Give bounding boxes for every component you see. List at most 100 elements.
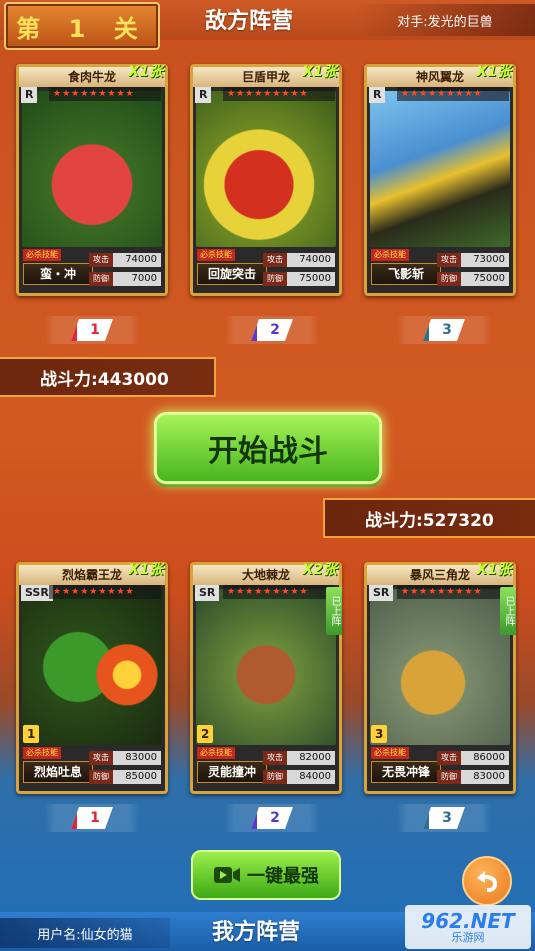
skill-tag: 必杀技能: [197, 249, 235, 261]
defense-label: 防御: [263, 271, 287, 286]
skill-tag: 必杀技能: [23, 747, 61, 759]
slot-number: 2: [251, 807, 293, 829]
enemy-power: 战斗力:443000: [0, 357, 216, 397]
slot-number: 3: [423, 319, 465, 341]
deployed-tag: 已上阵: [500, 587, 516, 635]
attack-value: 73000: [461, 252, 509, 267]
skill-tag: 必杀技能: [371, 747, 409, 759]
ally-slot-2[interactable]: 2: [225, 804, 319, 832]
rarity-badge: R: [195, 87, 212, 103]
dinosaur-artwork: [196, 91, 336, 247]
card-stats: 攻击 73000 防御 75000: [437, 249, 509, 287]
card-stats: 攻击 74000 防御 75000: [263, 249, 335, 287]
watermark-sub: 乐游网: [451, 931, 485, 944]
card-level: 3: [371, 725, 388, 743]
dinosaur-artwork: [196, 589, 336, 745]
card-stats: 攻击 86000 防御 83000: [437, 747, 509, 785]
attack-value: 86000: [461, 750, 509, 765]
card-count: X1张: [128, 64, 163, 80]
ally-camp-title: 我方阵营: [212, 920, 301, 945]
slot-number: 2: [251, 319, 293, 341]
star-rating: ★★★★★★★★★: [49, 87, 161, 101]
card-count: X1张: [476, 64, 511, 80]
dinosaur-artwork: [22, 91, 162, 247]
defense-value: 7000: [113, 271, 161, 286]
slot-number: 1: [71, 807, 113, 829]
skill-tag: 必杀技能: [197, 747, 235, 759]
attack-label: 攻击: [89, 750, 113, 765]
enemy-camp-title: 敌方阵营: [205, 9, 294, 34]
ally-card-2[interactable]: 大地棘龙 X2张 SR ★★★★★★★★★ 已上阵 2 必杀技能 灵能撞冲 攻击…: [190, 562, 342, 794]
return-arrow-icon: [477, 871, 497, 892]
attack-value: 83000: [113, 750, 161, 765]
star-rating: ★★★★★★★★★: [49, 585, 161, 599]
enemy-card-1[interactable]: 食肉牛龙 X1张 R ★★★★★★★★★ 必杀技能 蛮・冲 攻击 74000 防御…: [16, 64, 168, 296]
attack-label: 攻击: [263, 750, 287, 765]
attack-value: 82000: [287, 750, 335, 765]
defense-label: 防御: [89, 769, 113, 784]
defense-label: 防御: [437, 271, 461, 286]
back-button[interactable]: [462, 856, 512, 906]
ally-card-3[interactable]: 暴风三角龙 X1张 SR ★★★★★★★★★ 已上阵 3 必杀技能 无畏冲锋 攻…: [364, 562, 516, 794]
defense-label: 防御: [437, 769, 461, 784]
card-stats: 攻击 83000 防御 85000: [89, 747, 161, 785]
one-click-label: 一键最强: [247, 866, 319, 887]
card-stats: 攻击 74000 防御 7000: [89, 249, 161, 287]
defense-value: 84000: [287, 769, 335, 784]
attack-label: 攻击: [263, 252, 287, 267]
rarity-badge: SR: [369, 585, 394, 601]
attack-label: 攻击: [89, 252, 113, 267]
defense-label: 防御: [263, 769, 287, 784]
watermark-main: 962.NET: [421, 909, 515, 933]
attack-label: 攻击: [437, 750, 461, 765]
username-label: 用户名:仙女的猫: [0, 918, 170, 948]
enemy-slot-2[interactable]: 2: [225, 316, 319, 344]
ally-power: 战斗力:527320: [323, 498, 535, 538]
skill-name: 烈焰吐息: [23, 761, 93, 783]
skill-name: 回旋突击: [197, 263, 267, 285]
star-rating: ★★★★★★★★★: [397, 87, 509, 101]
ally-slot-1[interactable]: 1: [45, 804, 139, 832]
skill-tag: 必杀技能: [23, 249, 61, 261]
defense-value: 75000: [461, 271, 509, 286]
dinosaur-artwork: [22, 589, 162, 745]
skill-tag: 必杀技能: [371, 249, 409, 261]
attack-value: 74000: [113, 252, 161, 267]
card-count: X1张: [302, 64, 337, 80]
slot-number: 3: [423, 807, 465, 829]
card-count: X1张: [128, 562, 163, 578]
star-rating: ★★★★★★★★★: [223, 585, 335, 599]
defense-label: 防御: [89, 271, 113, 286]
enemy-slot-1[interactable]: 1: [45, 316, 139, 344]
skill-name: 灵能撞冲: [197, 761, 267, 783]
card-level: 1: [23, 725, 40, 743]
dinosaur-artwork: [370, 91, 510, 247]
attack-value: 74000: [287, 252, 335, 267]
enemy-card-3[interactable]: 神风翼龙 X1张 R ★★★★★★★★★ 必杀技能 飞影斩 攻击 73000 防御…: [364, 64, 516, 296]
card-count: X1张: [476, 562, 511, 578]
slot-number: 1: [71, 319, 113, 341]
ally-card-1[interactable]: 烈焰霸王龙 X1张 SSR ★★★★★★★★★ 1 必杀技能 烈焰吐息 攻击 83…: [16, 562, 168, 794]
enemy-slot-3[interactable]: 3: [397, 316, 491, 344]
rarity-badge: R: [21, 87, 38, 103]
site-watermark: 962.NET 乐游网: [405, 905, 531, 949]
card-stats: 攻击 82000 防御 84000: [263, 747, 335, 785]
one-click-strongest-button[interactable]: 一键最强: [191, 850, 341, 900]
skill-name: 蛮・冲: [23, 263, 93, 285]
skill-name: 飞影斩: [371, 263, 441, 285]
enemy-card-2[interactable]: 巨盾甲龙 X1张 R ★★★★★★★★★ 必杀技能 回旋突击 攻击 74000 防…: [190, 64, 342, 296]
rarity-badge: R: [369, 87, 386, 103]
start-battle-button[interactable]: 开始战斗: [154, 412, 382, 484]
dinosaur-artwork: [370, 589, 510, 745]
card-count: X2张: [302, 562, 337, 578]
defense-value: 75000: [287, 271, 335, 286]
video-camera-icon: [214, 867, 240, 883]
card-level: 2: [197, 725, 214, 743]
opponent-label: 对手:发光的巨兽: [355, 4, 535, 36]
defense-value: 83000: [461, 769, 509, 784]
defense-value: 85000: [113, 769, 161, 784]
ally-slot-3[interactable]: 3: [397, 804, 491, 832]
rarity-badge: SR: [195, 585, 220, 601]
star-rating: ★★★★★★★★★: [223, 87, 335, 101]
deployed-tag: 已上阵: [326, 587, 342, 635]
